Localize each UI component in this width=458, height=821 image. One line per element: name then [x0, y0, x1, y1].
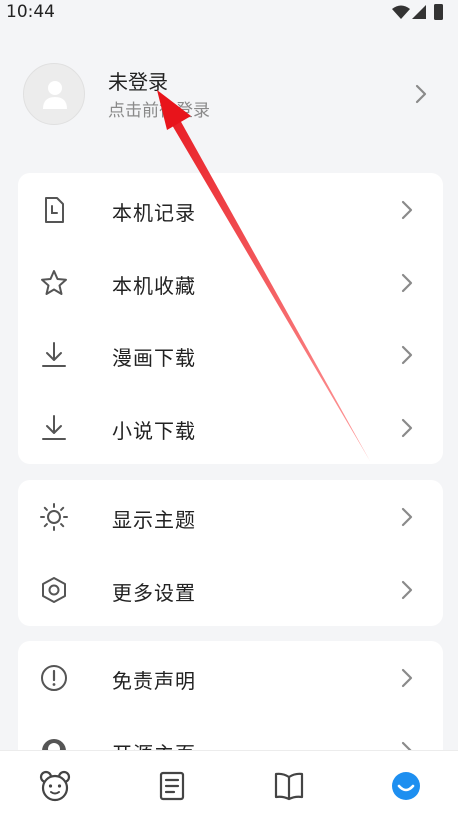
- menu-item-label: 本机收藏: [112, 274, 196, 298]
- chevron-right-icon: [401, 668, 413, 688]
- star-icon: [41, 270, 67, 295]
- chevron-right-icon: [401, 418, 413, 438]
- menu-item-novel-download[interactable]: 小说下载: [18, 391, 443, 463]
- status-bar: 10:44: [0, 0, 458, 26]
- profile-header[interactable]: 未登录 点击前往登录: [0, 46, 458, 146]
- bottom-tab-bar: [0, 750, 458, 821]
- menu-item-label: 本机记录: [112, 201, 196, 225]
- menu-item-label: 更多设置: [112, 581, 196, 605]
- signal-wifi-battery-icon: [392, 4, 443, 20]
- menu-item-display-theme[interactable]: 显示主题: [18, 480, 443, 552]
- chevron-right-icon: [401, 507, 413, 527]
- menu-item-disclaimer[interactable]: 免责声明: [18, 641, 443, 713]
- history-doc-icon: [45, 197, 64, 223]
- book-icon[interactable]: [272, 769, 306, 803]
- bear-face-icon[interactable]: [38, 769, 72, 803]
- chevron-right-icon: [415, 84, 427, 104]
- chevron-right-icon: [401, 273, 413, 293]
- menu-item-label: 显示主题: [112, 508, 196, 532]
- menu-item-label: 小说下载: [112, 419, 196, 443]
- user-icon: [43, 81, 67, 109]
- status-time: 10:44: [6, 2, 55, 22]
- menu-item-comic-download[interactable]: 漫画下载: [18, 318, 443, 390]
- avatar[interactable]: [23, 63, 85, 125]
- chevron-right-icon: [401, 580, 413, 600]
- download-icon: [42, 342, 66, 367]
- chevron-right-icon: [401, 345, 413, 365]
- news-icon[interactable]: [155, 769, 189, 803]
- menu-item-label: 漫画下载: [112, 346, 196, 370]
- menu-card-settings: 显示主题 更多设置: [18, 480, 443, 626]
- menu-item-local-favorites[interactable]: 本机收藏: [18, 246, 443, 318]
- alert-circle-icon: [41, 665, 67, 691]
- chevron-right-icon: [401, 200, 413, 220]
- menu-item-more-settings[interactable]: 更多设置: [18, 553, 443, 625]
- smile-face-icon[interactable]: [389, 769, 423, 803]
- menu-card-local: 本机记录 本机收藏 漫画下载 小说下载: [18, 173, 443, 464]
- profile-name: 未登录: [108, 70, 168, 94]
- profile-subtitle: 点击前往登录: [108, 101, 210, 121]
- download-icon: [42, 415, 66, 440]
- hexagon-settings-icon: [42, 577, 66, 603]
- menu-item-local-history[interactable]: 本机记录: [18, 173, 443, 245]
- sun-icon: [40, 503, 68, 531]
- menu-item-label: 免责声明: [112, 669, 196, 693]
